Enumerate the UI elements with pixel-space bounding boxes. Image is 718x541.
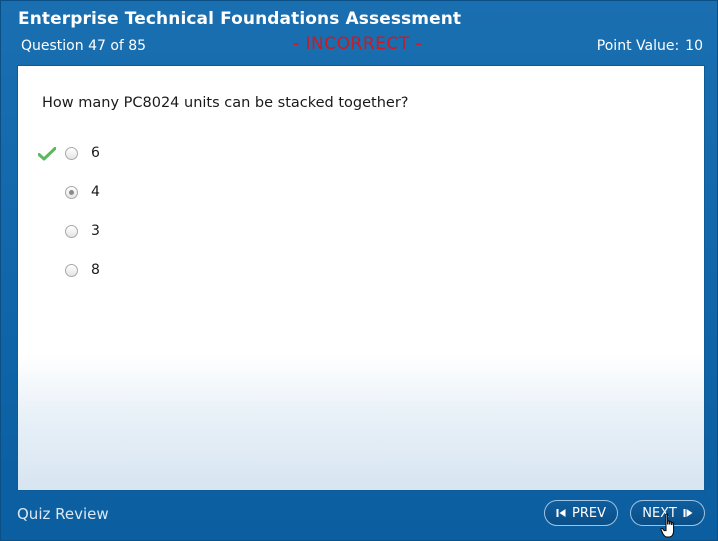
answer-label: 6: [91, 145, 100, 161]
answer-option-2[interactable]: 4: [38, 184, 338, 206]
answer-option-4[interactable]: 8: [38, 262, 338, 284]
prev-button[interactable]: PREV: [544, 500, 618, 526]
answer-label: 8: [91, 262, 100, 278]
point-value-label: Point Value:: [596, 38, 680, 54]
radio-button-selected[interactable]: [65, 186, 78, 199]
quiz-review-label: Quiz Review: [17, 505, 109, 523]
radio-button[interactable]: [65, 264, 78, 277]
question-counter: Question 47 of 85: [21, 38, 147, 54]
answer-label: 3: [91, 223, 100, 239]
answer-option-3[interactable]: 3: [38, 223, 338, 245]
status-incorrect-label: - INCORRECT -: [293, 34, 423, 54]
checkmark-icon: [38, 147, 56, 161]
point-value: Point Value: 10: [597, 38, 703, 54]
answer-label: 4: [91, 184, 100, 200]
point-value-number: 10: [685, 38, 703, 54]
question-panel: How many PC8024 units can be stacked tog…: [17, 65, 705, 491]
next-arrow-icon: [683, 509, 693, 517]
prev-label: PREV: [572, 505, 606, 521]
radio-button[interactable]: [65, 147, 78, 160]
app-title: Enterprise Technical Foundations Assessm…: [18, 9, 462, 29]
question-text: How many PC8024 units can be stacked tog…: [42, 95, 409, 111]
hand-cursor-icon: [660, 513, 675, 538]
answer-option-1[interactable]: 6: [38, 145, 338, 167]
quiz-window: Enterprise Technical Foundations Assessm…: [0, 0, 718, 541]
radio-button[interactable]: [65, 225, 78, 238]
prev-arrow-icon: [556, 509, 566, 517]
